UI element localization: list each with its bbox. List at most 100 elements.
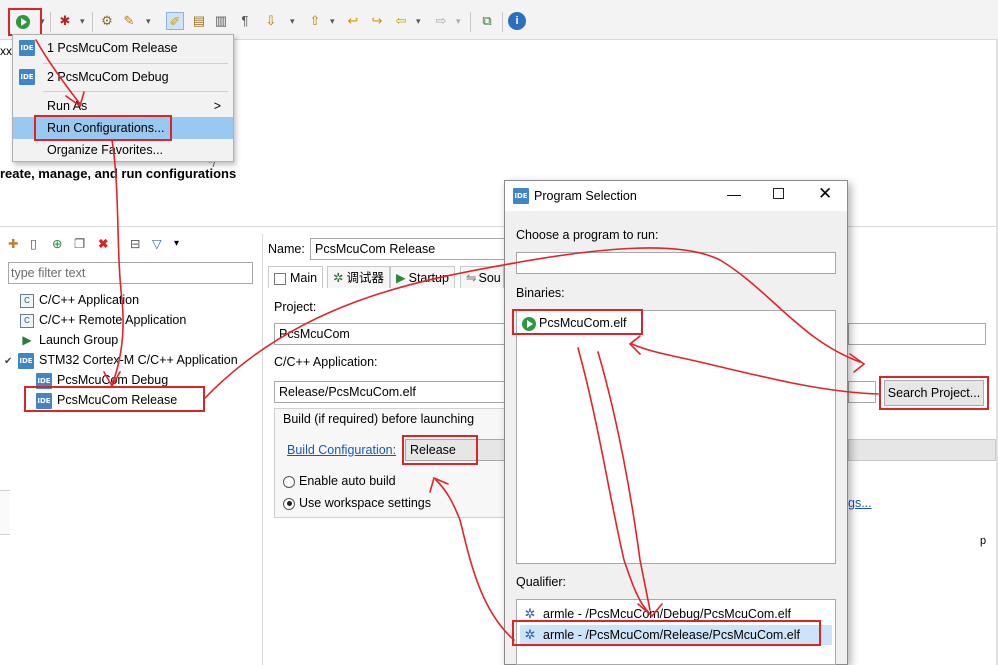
menu-item-run-as[interactable]: Run As > bbox=[13, 95, 233, 117]
prev-annotation-arrow-icon[interactable]: ▾ bbox=[330, 13, 338, 29]
tree-item-stm32[interactable]: ✔ IDE STM32 Cortex-M C/C++ Application bbox=[4, 350, 238, 370]
tab-label: Sou bbox=[478, 271, 501, 285]
menu-item-label: Run As bbox=[47, 99, 88, 113]
tab-label: 调试器 bbox=[346, 271, 384, 285]
export-icon[interactable]: ⊕ bbox=[52, 236, 62, 251]
run-dropdown-arrow-icon[interactable]: ▾ bbox=[40, 13, 48, 29]
radio-icon bbox=[283, 475, 295, 488]
back-dropdown-arrow-icon[interactable]: ▾ bbox=[416, 13, 424, 29]
forward-dropdown-arrow-icon[interactable]: ▾ bbox=[456, 13, 464, 29]
dialog-title: Program Selection bbox=[534, 189, 637, 203]
debug-icon[interactable]: ✱ bbox=[56, 12, 74, 30]
block-selection-icon[interactable]: ▥ bbox=[212, 12, 230, 30]
debug-dropdown-arrow-icon[interactable]: ▾ bbox=[80, 13, 88, 29]
editor-left-clip-text: xx bbox=[0, 44, 12, 58]
program-filter-input[interactable] bbox=[516, 252, 836, 274]
radio-label: Enable auto build bbox=[299, 474, 396, 488]
prev-annotation-icon[interactable]: ⇧ bbox=[306, 12, 324, 30]
application-field-tail[interactable] bbox=[848, 381, 876, 403]
view-menu-icon[interactable]: ▾ bbox=[174, 238, 179, 249]
application-field[interactable]: Release/PcsMcuCom.elf bbox=[274, 381, 505, 403]
startup-tab-icon: ▶ bbox=[396, 271, 406, 285]
menu-item-label: 1 PcsMcuCom Release bbox=[47, 41, 178, 55]
radio-selected-icon bbox=[283, 497, 295, 510]
ide-icon: IDE bbox=[36, 392, 52, 409]
tab-debugger[interactable]: ✲ 调试器 bbox=[327, 266, 390, 288]
info-icon[interactable]: i bbox=[508, 12, 526, 30]
tree-item-pcsmcucom-release[interactable]: IDE PcsMcuCom Release bbox=[36, 390, 177, 410]
tree-item-c-app[interactable]: C C/C++ Application bbox=[20, 290, 139, 310]
binary-item[interactable]: PcsMcuCom.elf bbox=[522, 313, 627, 333]
menu-item-release[interactable]: IDE 1 PcsMcuCom Release bbox=[13, 37, 233, 59]
panel-splitter[interactable] bbox=[262, 234, 263, 665]
debugger-tab-icon: ✲ bbox=[333, 271, 344, 285]
menu-separator bbox=[43, 91, 228, 92]
project-field-tail[interactable] bbox=[848, 323, 986, 345]
tree-item-c-remote-app[interactable]: C C/C++ Remote Application bbox=[20, 310, 186, 330]
ide-icon: IDE bbox=[19, 40, 35, 56]
build-icon[interactable]: ✎ bbox=[120, 12, 138, 30]
build-dropdown-arrow-icon[interactable]: ▾ bbox=[146, 13, 154, 29]
binaries-label: Binaries: bbox=[516, 286, 565, 300]
new-config-icon[interactable]: ✚ bbox=[8, 236, 18, 251]
maximize-icon[interactable] bbox=[773, 188, 784, 199]
tree-item-pcsmcucom-debug[interactable]: IDE PcsMcuCom Debug bbox=[36, 370, 168, 390]
delete-icon[interactable]: ✖ bbox=[98, 236, 108, 251]
tab-main[interactable]: Main bbox=[268, 266, 324, 288]
tree-item-label: C/C++ Application bbox=[39, 293, 140, 307]
run-icon[interactable] bbox=[14, 12, 32, 30]
filter-icon[interactable]: ▽ bbox=[152, 236, 162, 251]
use-workspace-option[interactable]: Use workspace settings bbox=[283, 496, 431, 510]
toggle-mark-icon[interactable]: ▤ bbox=[190, 12, 208, 30]
project-label: Project: bbox=[274, 300, 317, 314]
project-field[interactable]: PcsMcuCom bbox=[274, 323, 505, 345]
search-project-button[interactable]: Search Project... bbox=[884, 380, 984, 406]
duplicate-icon[interactable]: ❐ bbox=[74, 236, 85, 251]
tab-source[interactable]: ⇋ Sou bbox=[460, 266, 504, 288]
forward-icon[interactable]: ⇨ bbox=[432, 12, 450, 30]
new-prototype-icon[interactable]: ▯ bbox=[30, 236, 37, 251]
menu-item-run-configurations[interactable]: Run Configurations... bbox=[13, 117, 233, 139]
qualifier-item-release[interactable]: ✲ armle - /PcsMcuCom/Release/PcsMcuCom.el… bbox=[520, 625, 832, 645]
external-tools-icon[interactable]: ⚙ bbox=[98, 12, 116, 30]
build-config-select-tail[interactable] bbox=[848, 439, 996, 461]
back-icon[interactable]: ⇦ bbox=[392, 12, 410, 30]
menu-item-debug[interactable]: IDE 2 PcsMcuCom Debug bbox=[13, 66, 233, 88]
radio-label: Use workspace settings bbox=[299, 496, 432, 510]
submenu-arrow-icon: > bbox=[213, 99, 221, 113]
open-perspective-icon[interactable]: ⧉ bbox=[478, 12, 496, 30]
last-edit-icon[interactable]: ↩ bbox=[344, 12, 362, 30]
next-edit-icon[interactable]: ↪ bbox=[368, 12, 386, 30]
qualifier-item-debug[interactable]: ✲ armle - /PcsMcuCom/Debug/PcsMcuCom.elf bbox=[523, 604, 791, 624]
right-edge-fragment: p bbox=[980, 535, 987, 547]
next-annotation-arrow-icon[interactable]: ▾ bbox=[290, 13, 298, 29]
c-app-icon: C bbox=[20, 293, 34, 308]
qualifier-label-text: armle - /PcsMcuCom/Release/PcsMcuCom.elf bbox=[543, 628, 801, 642]
collapse-all-icon[interactable]: ⊟ bbox=[130, 236, 140, 251]
tree-item-label: PcsMcuCom Release bbox=[57, 393, 178, 407]
build-configuration-link[interactable]: Build Configuration: bbox=[287, 443, 396, 457]
minimize-icon[interactable]: — bbox=[727, 186, 741, 202]
workspace-settings-link[interactable]: gs... bbox=[848, 496, 872, 510]
expanded-chevron-icon[interactable]: ✔ bbox=[4, 352, 18, 372]
show-whitespace-icon[interactable]: ¶ bbox=[236, 12, 254, 30]
binary-label: PcsMcuCom.elf bbox=[539, 316, 627, 330]
main-tab-icon bbox=[274, 272, 286, 285]
config-filter-input[interactable]: type filter text bbox=[8, 262, 253, 284]
menu-separator bbox=[43, 63, 228, 64]
name-label: Name: bbox=[268, 242, 305, 256]
enable-auto-build-option[interactable]: Enable auto build bbox=[283, 474, 396, 488]
close-icon[interactable]: ✕ bbox=[818, 184, 832, 204]
bug-icon: ✲ bbox=[524, 606, 536, 621]
build-configuration-select[interactable]: Release bbox=[405, 439, 505, 461]
next-annotation-icon[interactable]: ⇩ bbox=[262, 12, 280, 30]
tree-item-label: Launch Group bbox=[39, 333, 119, 347]
tree-item-launch-group[interactable]: ▶ Launch Group bbox=[20, 330, 118, 350]
config-name-field[interactable]: PcsMcuCom Release bbox=[310, 238, 505, 260]
menu-item-organize-favorites[interactable]: Organize Favorites... bbox=[13, 139, 233, 161]
program-selection-dialog: IDE Program Selection — ✕ Choose a progr… bbox=[504, 180, 848, 665]
tab-startup[interactable]: ▶ Startup bbox=[390, 266, 455, 288]
ide-icon: IDE bbox=[18, 352, 34, 369]
header-divider bbox=[0, 226, 998, 227]
highlight-icon[interactable]: ✐ bbox=[166, 12, 184, 30]
